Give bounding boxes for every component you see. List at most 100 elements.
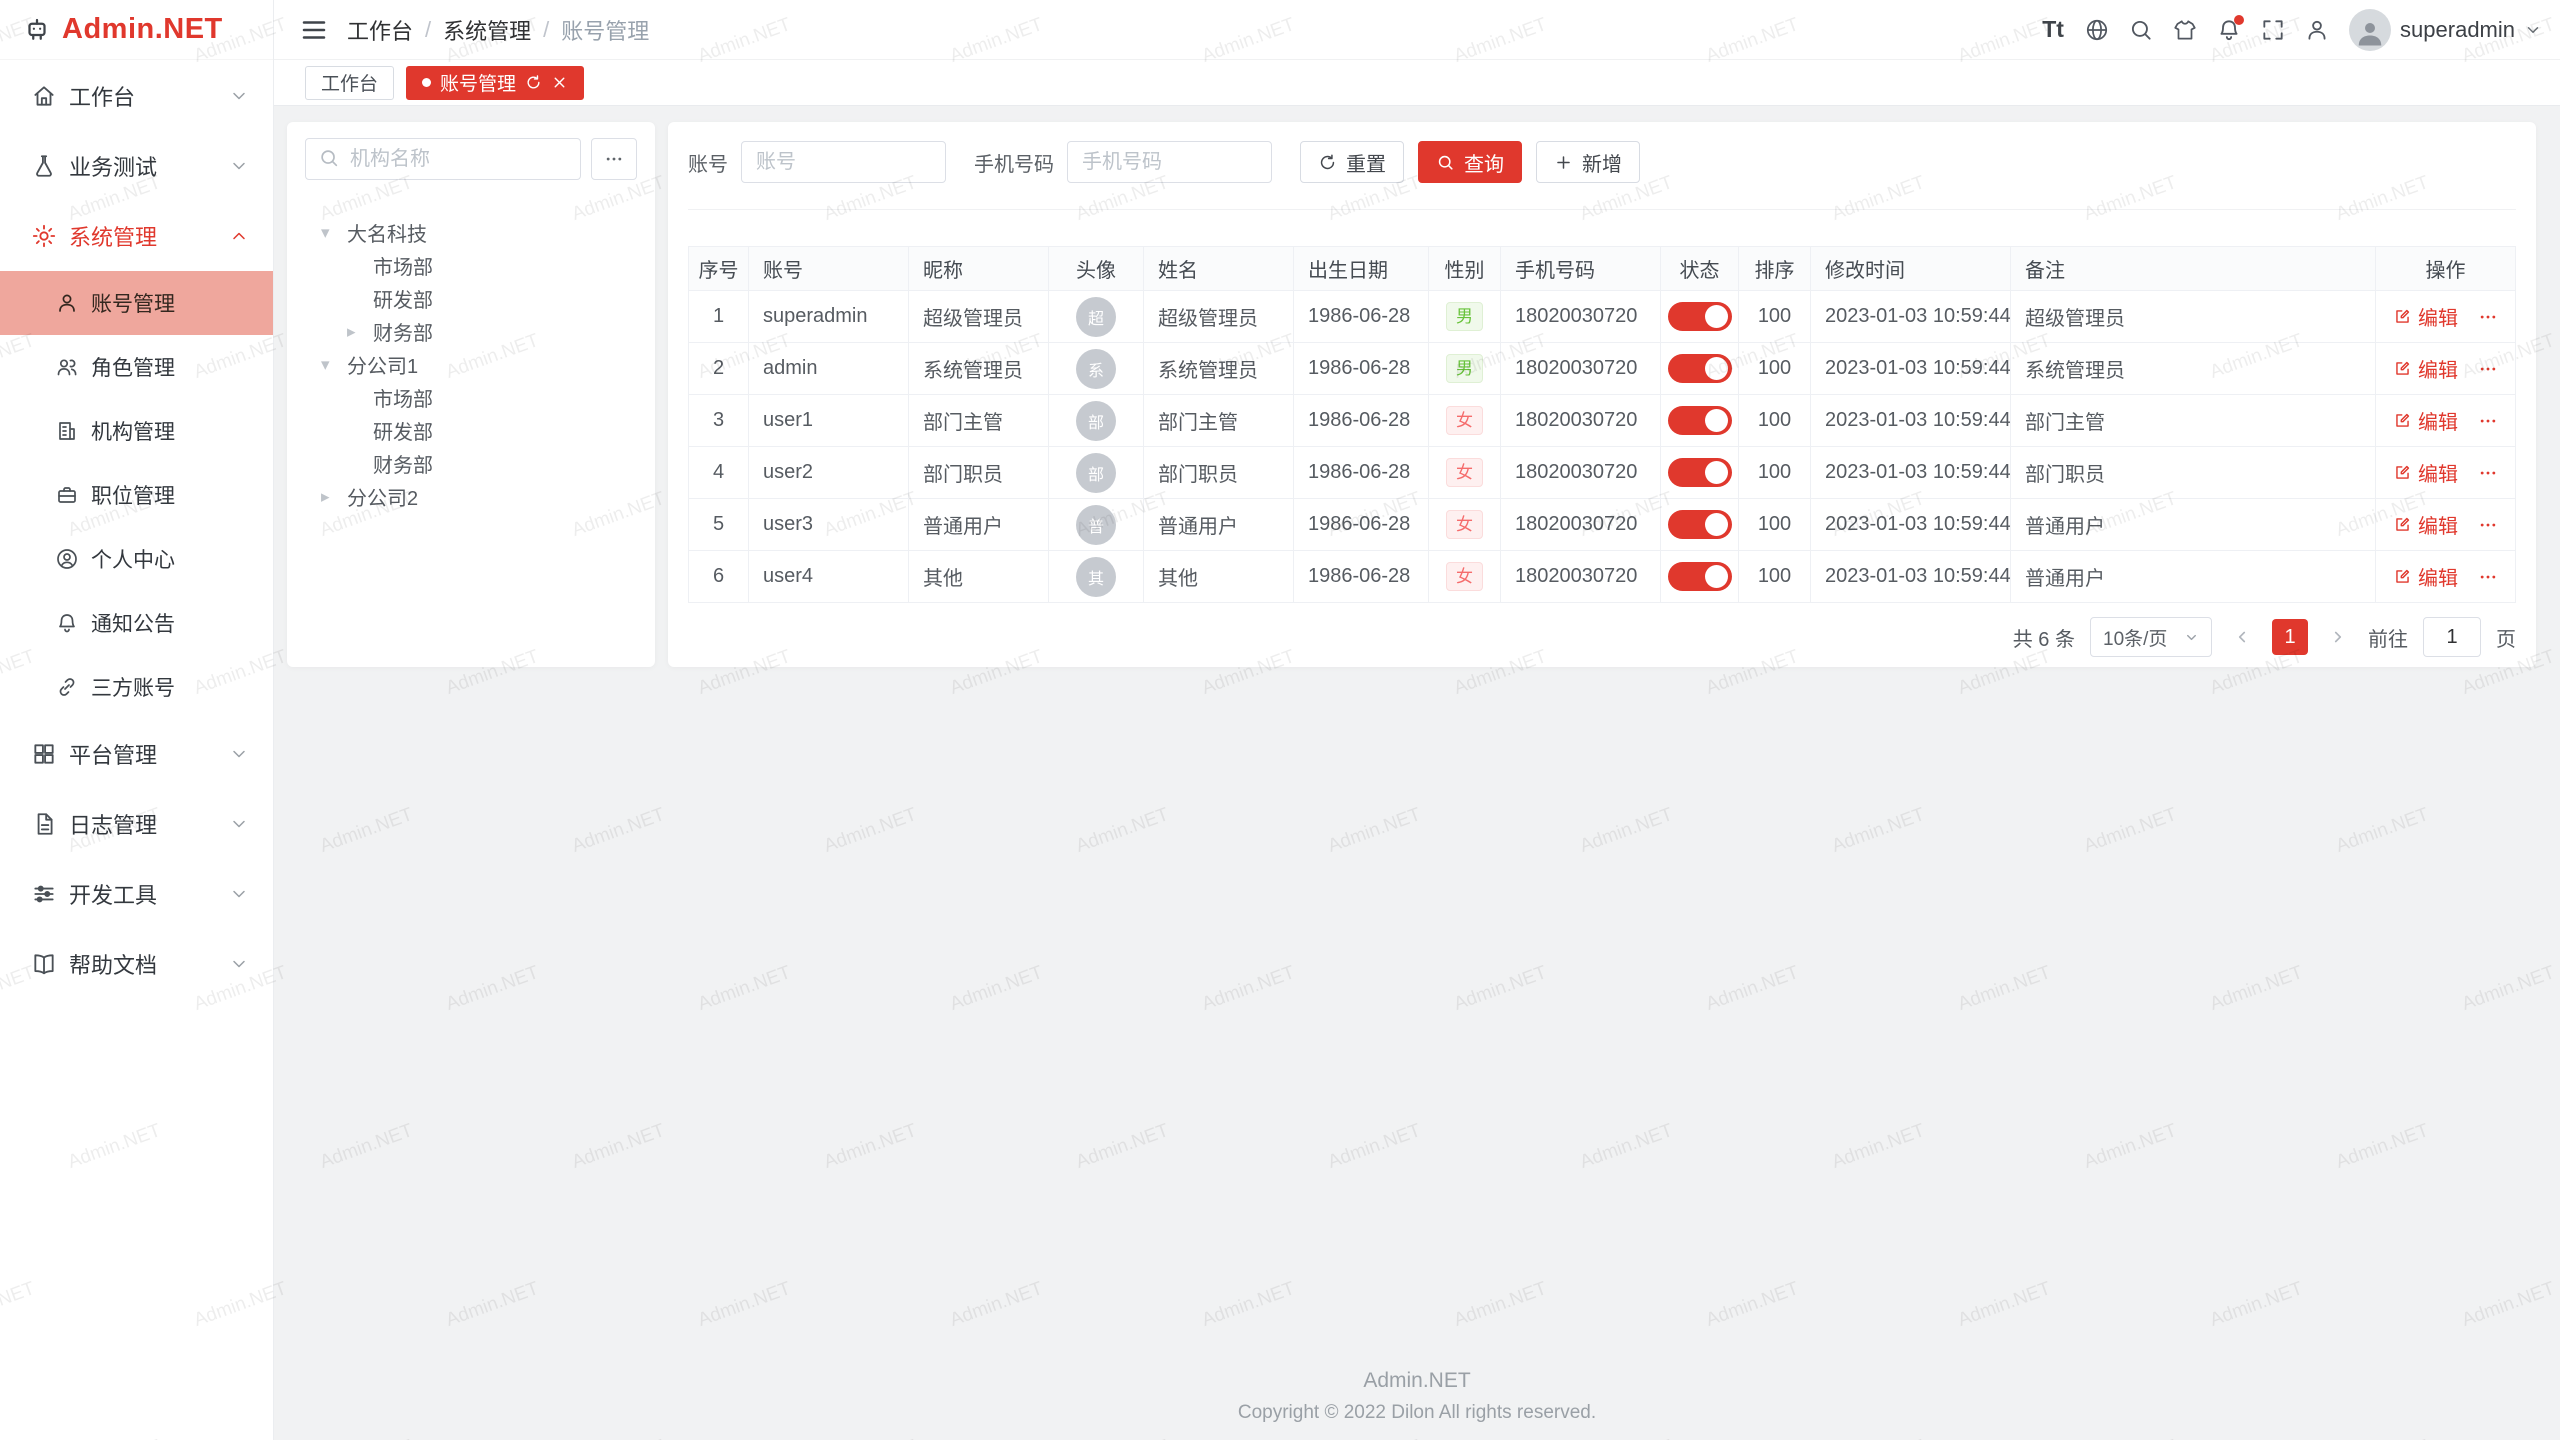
- user-menu[interactable]: superadmin: [2349, 9, 2542, 51]
- hamburger-menu-icon[interactable]: [299, 15, 329, 45]
- tree-node[interactable]: 研发部: [305, 282, 637, 315]
- cell-sort: 100: [1739, 395, 1811, 447]
- row-avatar: 超: [1076, 297, 1116, 337]
- sidebar-item-workbench[interactable]: 工作台: [0, 61, 273, 131]
- cell-phone: 18020030720: [1501, 499, 1661, 551]
- page-size-select[interactable]: 10条/页: [2090, 617, 2212, 657]
- sidebar-item-position-management[interactable]: 职位管理: [0, 463, 273, 527]
- sidebar-item-platform-management[interactable]: 平台管理: [0, 719, 273, 789]
- phone-label: 手机号码: [974, 148, 1054, 177]
- row-more-button[interactable]: [2478, 515, 2498, 535]
- search-icon: [2128, 17, 2154, 43]
- system-submenu: 账号管理 角色管理 机构管理 职位管理 个人中心 通知公告: [0, 271, 273, 719]
- tree-node-label: 分公司1: [347, 350, 418, 379]
- tree-node[interactable]: ▾大名科技: [305, 216, 637, 249]
- sidebar-item-label: 开发工具: [69, 878, 229, 910]
- caret-right-icon[interactable]: ▸: [321, 487, 347, 507]
- status-toggle[interactable]: [1668, 354, 1732, 383]
- more-actions-button[interactable]: [591, 138, 637, 180]
- globe-button[interactable]: [2075, 8, 2119, 52]
- cell-modified-time: 2023-01-03 10:59:44: [1811, 291, 2011, 343]
- phone-input[interactable]: [1067, 141, 1272, 183]
- status-toggle[interactable]: [1668, 510, 1732, 539]
- column-header: 姓名: [1144, 247, 1294, 291]
- row-more-button[interactable]: [2478, 359, 2498, 379]
- sidebar-item-notice[interactable]: 通知公告: [0, 591, 273, 655]
- breadcrumb-item[interactable]: 工作台: [347, 14, 413, 46]
- add-button[interactable]: 新增: [1536, 141, 1640, 183]
- column-header: 头像: [1049, 247, 1144, 291]
- notifications-button[interactable]: [2207, 8, 2251, 52]
- goto-page-input[interactable]: [2423, 617, 2481, 657]
- edit-button[interactable]: 编辑: [2393, 354, 2458, 383]
- gender-badge: 男: [1446, 354, 1483, 383]
- caret-right-icon[interactable]: ▸: [347, 322, 373, 342]
- book-icon: [31, 951, 57, 977]
- tree-node[interactable]: 市场部: [305, 381, 637, 414]
- close-icon[interactable]: [551, 74, 568, 91]
- caret-down-icon[interactable]: ▾: [321, 223, 347, 243]
- cell-nickname: 系统管理员: [909, 343, 1049, 395]
- edit-button[interactable]: 编辑: [2393, 562, 2458, 591]
- current-page[interactable]: 1: [2272, 619, 2308, 655]
- fullscreen-button[interactable]: [2251, 8, 2295, 52]
- tree-node[interactable]: ▸分公司2: [305, 480, 637, 513]
- tree-node[interactable]: 市场部: [305, 249, 637, 282]
- prev-page-button[interactable]: [2227, 619, 2257, 655]
- breadcrumb-item[interactable]: 系统管理: [443, 14, 531, 46]
- cell-remark: 普通用户: [2011, 551, 2376, 603]
- user-icon: [2304, 17, 2330, 43]
- row-more-button[interactable]: [2478, 567, 2498, 587]
- tree-node[interactable]: ▸财务部: [305, 315, 637, 348]
- edit-button[interactable]: 编辑: [2393, 406, 2458, 435]
- sidebar-item-org-management[interactable]: 机构管理: [0, 399, 273, 463]
- font-size-button[interactable]: Tt: [2031, 8, 2075, 52]
- sidebar-item-dev-tools[interactable]: 开发工具: [0, 859, 273, 929]
- cell-account: superadmin: [749, 291, 909, 343]
- account-input[interactable]: [741, 141, 946, 183]
- edit-button[interactable]: 编辑: [2393, 302, 2458, 331]
- tree-node[interactable]: 研发部: [305, 414, 637, 447]
- org-name-input[interactable]: [305, 138, 581, 180]
- status-toggle[interactable]: [1668, 406, 1732, 435]
- table-row: 5 user3 普通用户 普 普通用户 1986-06-28 女 1802003…: [689, 499, 2516, 551]
- cell-birthday: 1986-06-28: [1294, 499, 1429, 551]
- row-more-button[interactable]: [2478, 463, 2498, 483]
- sidebar-item-help-docs[interactable]: 帮助文档: [0, 929, 273, 999]
- search-submit-button[interactable]: 查询: [1418, 141, 1522, 183]
- status-toggle[interactable]: [1668, 458, 1732, 487]
- tab-workbench[interactable]: 工作台: [305, 66, 394, 100]
- status-toggle[interactable]: [1668, 562, 1732, 591]
- status-toggle[interactable]: [1668, 302, 1732, 331]
- next-page-button[interactable]: [2323, 619, 2353, 655]
- flask-icon: [31, 153, 57, 179]
- edit-button[interactable]: 编辑: [2393, 458, 2458, 487]
- sidebar-item-business-test[interactable]: 业务测试: [0, 131, 273, 201]
- row-more-button[interactable]: [2478, 411, 2498, 431]
- reset-button[interactable]: 重置: [1300, 141, 1404, 183]
- edit-button[interactable]: 编辑: [2393, 510, 2458, 539]
- caret-down-icon[interactable]: ▾: [321, 355, 347, 375]
- sidebar-item-third-party-account[interactable]: 三方账号: [0, 655, 273, 719]
- cell-remark: 超级管理员: [2011, 291, 2376, 343]
- sidebar-item-log-management[interactable]: 日志管理: [0, 789, 273, 859]
- sidebar-item-account-management[interactable]: 账号管理: [0, 271, 273, 335]
- app-logo[interactable]: Admin.NET: [0, 0, 273, 60]
- tree-node[interactable]: ▾分公司1: [305, 348, 637, 381]
- search-button[interactable]: [2119, 8, 2163, 52]
- theme-button[interactable]: [2163, 8, 2207, 52]
- row-more-button[interactable]: [2478, 307, 2498, 327]
- sidebar-item-role-management[interactable]: 角色管理: [0, 335, 273, 399]
- column-header: 手机号码: [1501, 247, 1661, 291]
- cell-birthday: 1986-06-28: [1294, 447, 1429, 499]
- sidebar-item-label: 职位管理: [91, 480, 175, 510]
- sidebar-item-system-management[interactable]: 系统管理: [0, 201, 273, 271]
- sidebar: Admin.NET 工作台 业务测试 系统管理 账号管理 角色管理: [0, 0, 274, 1440]
- cell-phone: 18020030720: [1501, 395, 1661, 447]
- sidebar-item-profile-center[interactable]: 个人中心: [0, 527, 273, 591]
- refresh-icon[interactable]: [525, 74, 542, 91]
- tree-node[interactable]: 财务部: [305, 447, 637, 480]
- tab-account-management[interactable]: 账号管理: [406, 66, 584, 100]
- cell-name: 超级管理员: [1144, 291, 1294, 343]
- user-button[interactable]: [2295, 8, 2339, 52]
